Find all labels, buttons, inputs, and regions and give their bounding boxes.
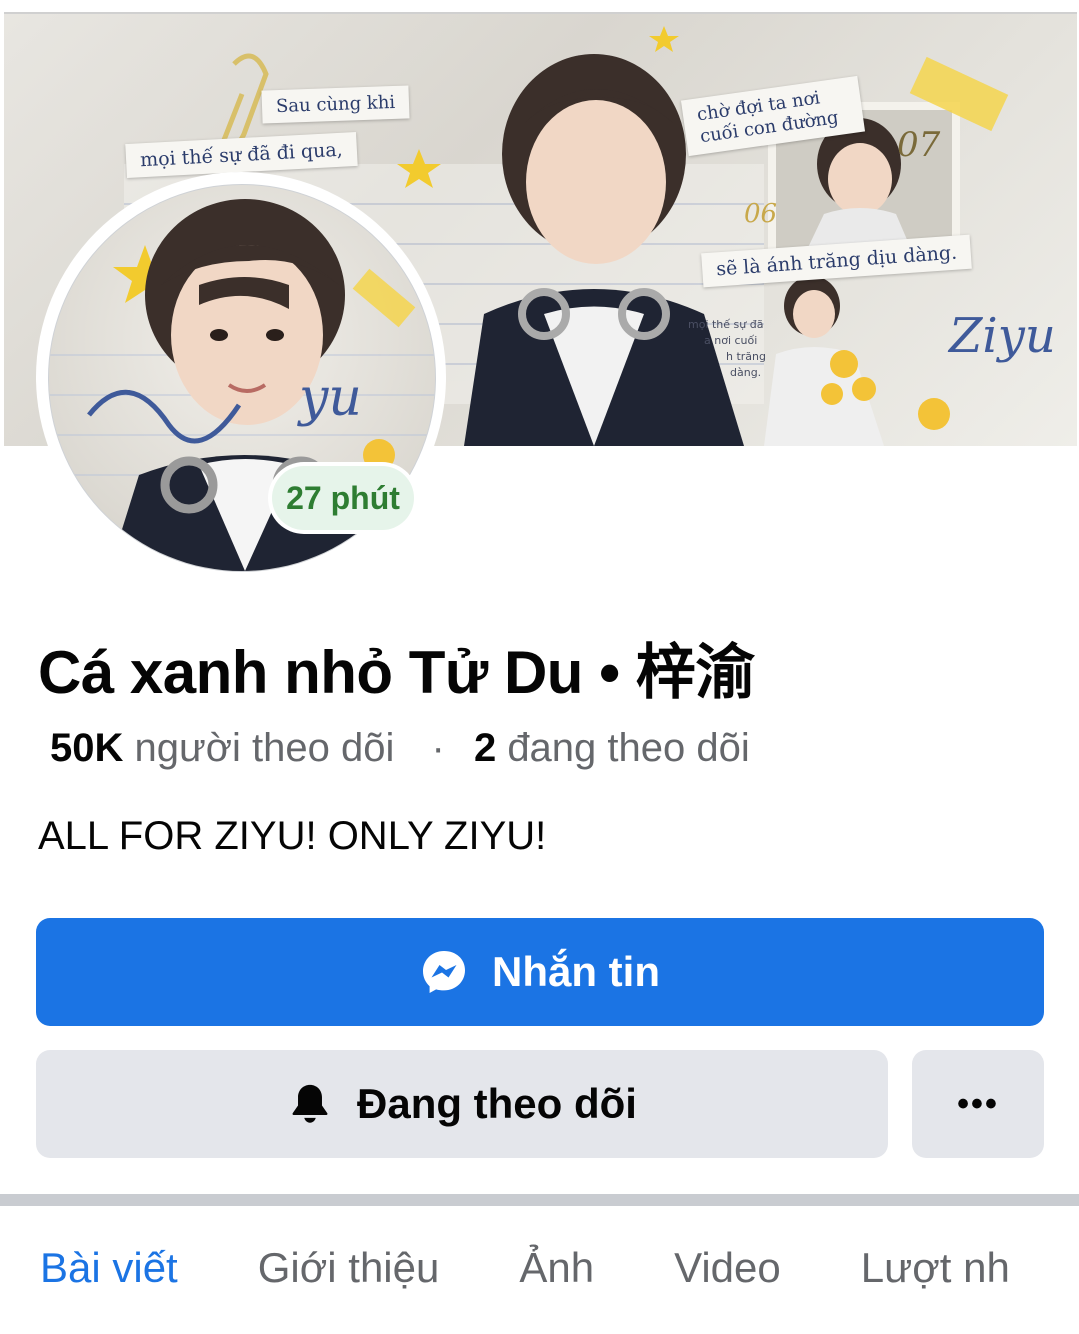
tab-mentions[interactable]: Lượt nh [861,1244,1010,1304]
tab-about[interactable]: Giới thiệu [258,1244,440,1304]
section-divider [0,1194,1079,1206]
following-button-label: Đang theo dõi [357,1080,637,1127]
active-status-text: 27 phút [272,466,414,530]
tab-photos[interactable]: Ảnh [519,1244,594,1304]
svg-text:a nơi cuối: a nơi cuối [704,334,757,347]
following-link[interactable]: 2 đang theo dõi [474,726,750,770]
separator-dot: · [431,726,445,770]
message-button[interactable]: Nhắn tin [36,918,1044,1026]
more-dots-icon: ••• [957,1084,999,1123]
followers-link[interactable]: 50K người theo dõi [50,726,405,770]
more-options-button[interactable]: ••• [912,1050,1044,1158]
cover-script-text: Ziyu [947,308,1056,364]
bell-icon [292,1084,328,1123]
cover-caption-1: Sau cùng khi [261,85,410,124]
message-button-label: Nhắn tin [492,948,660,995]
followers-label: người theo dõi [134,726,395,770]
svg-text:07: 07 [897,125,941,165]
active-status-badge: 27 phút [268,462,418,534]
tab-videos[interactable]: Video [674,1244,781,1304]
svg-text:dàng.: dàng. [730,366,761,379]
page-title: Cá xanh nhỏ Tử Du • 梓渝 [38,639,755,706]
following-label: đang theo dõi [507,726,750,770]
profile-tabs: Bài viết Giới thiệu Ảnh Video Lượt nh [40,1244,1079,1304]
follow-stats: 50K người theo dõi · 2 đang theo dõi [50,726,750,771]
bio-text: ALL FOR ZIYU! ONLY ZIYU! [38,814,547,858]
svg-text:h trăng: h trăng [726,350,766,363]
following-button[interactable]: Đang theo dõi [36,1050,888,1158]
followers-count: 50K [50,726,124,770]
svg-text:06: 06 [744,199,777,229]
svg-text:mọi thế sự đã: mọi thế sự đã [688,318,763,331]
tab-posts[interactable]: Bài viết [40,1244,178,1304]
following-count: 2 [473,726,497,770]
messenger-icon [423,951,465,993]
svg-text:yu: yu [297,368,362,428]
